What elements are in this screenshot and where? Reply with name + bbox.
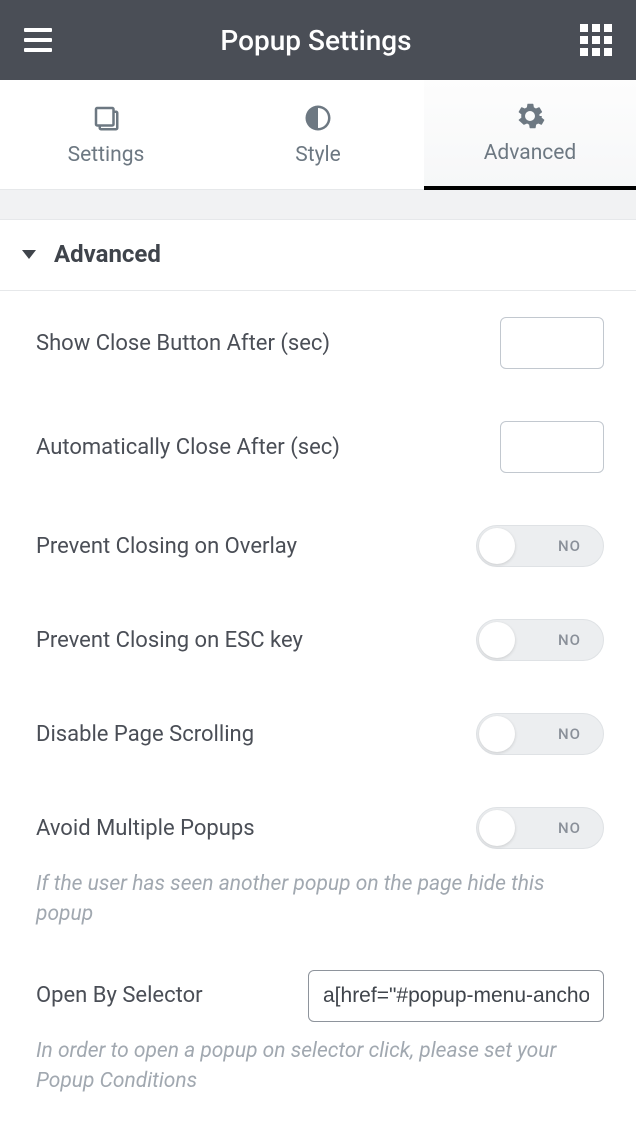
label-auto-close-after: Automatically Close After (sec) <box>36 435 500 460</box>
row-auto-close-after: Automatically Close After (sec) <box>36 395 604 499</box>
toggle-state: NO <box>558 631 581 649</box>
gear-icon <box>515 101 545 131</box>
input-auto-close-after[interactable] <box>500 421 604 473</box>
page-title: Popup Settings <box>52 24 580 57</box>
apps-icon[interactable] <box>580 24 612 56</box>
row-show-close-after: Show Close Button After (sec) <box>36 291 604 395</box>
row-open-by-selector: Open By Selector <box>36 948 604 1042</box>
tab-style[interactable]: Style <box>212 80 424 189</box>
toggle-disable-scroll[interactable]: NO <box>476 713 604 755</box>
app-header: Popup Settings <box>0 0 636 80</box>
label-prevent-overlay: Prevent Closing on Overlay <box>36 534 476 559</box>
toggle-prevent-esc[interactable]: NO <box>476 619 604 661</box>
toggle-state: NO <box>558 819 581 837</box>
toggle-knob <box>479 622 515 658</box>
help-open-by-selector: In order to open a popup on selector cli… <box>36 1036 604 1127</box>
label-disable-scroll: Disable Page Scrolling <box>36 722 476 747</box>
label-show-close-after: Show Close Button After (sec) <box>36 331 500 356</box>
caret-down-icon <box>22 250 36 259</box>
input-show-close-after[interactable] <box>500 317 604 369</box>
label-avoid-multiple: Avoid Multiple Popups <box>36 816 476 841</box>
input-open-by-selector[interactable] <box>308 970 604 1022</box>
tab-label: Settings <box>68 143 145 167</box>
toggle-knob <box>479 716 515 752</box>
toggle-prevent-overlay[interactable]: NO <box>476 525 604 567</box>
tab-label: Advanced <box>484 141 577 165</box>
controls-panel: Show Close Button After (sec) Automatica… <box>0 291 636 1127</box>
help-avoid-multiple: If the user has seen another popup on th… <box>36 869 604 948</box>
row-disable-scroll: Disable Page Scrolling NO <box>36 687 604 781</box>
label-open-by-selector: Open By Selector <box>36 983 308 1008</box>
contrast-icon <box>303 103 333 133</box>
label-prevent-esc: Prevent Closing on ESC key <box>36 628 476 653</box>
tab-advanced[interactable]: Advanced <box>424 80 636 190</box>
section-title: Advanced <box>54 240 161 268</box>
tabs: Settings Style Advanced <box>0 80 636 190</box>
toggle-state: NO <box>558 725 581 743</box>
tab-label: Style <box>295 143 341 167</box>
tab-settings[interactable]: Settings <box>0 80 212 189</box>
spacer <box>0 190 636 220</box>
row-prevent-esc: Prevent Closing on ESC key NO <box>36 593 604 687</box>
window-icon <box>91 103 121 133</box>
toggle-state: NO <box>558 537 581 555</box>
row-prevent-overlay: Prevent Closing on Overlay NO <box>36 499 604 593</box>
toggle-knob <box>479 528 515 564</box>
section-header-advanced[interactable]: Advanced <box>0 220 636 291</box>
toggle-avoid-multiple[interactable]: NO <box>476 807 604 849</box>
menu-icon[interactable] <box>24 28 52 52</box>
row-avoid-multiple: Avoid Multiple Popups NO <box>36 781 604 875</box>
toggle-knob <box>479 810 515 846</box>
